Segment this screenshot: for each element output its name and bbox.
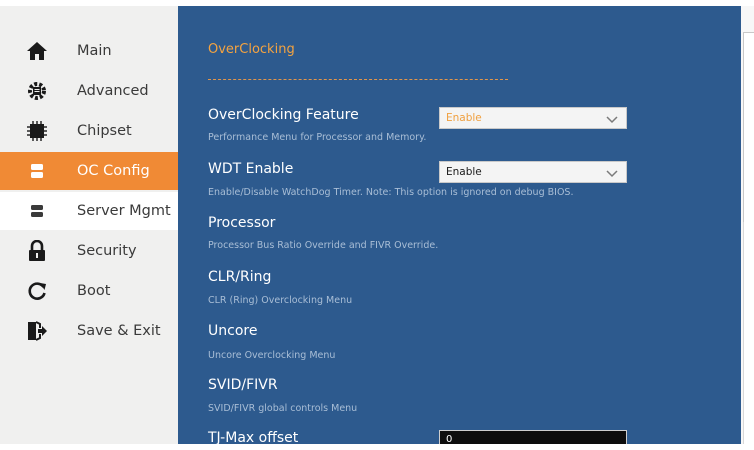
- sidebar-item-security[interactable]: Security: [0, 232, 178, 270]
- server-icon: [26, 200, 48, 222]
- sidebar-item-save-exit[interactable]: Save & Exit: [0, 312, 178, 350]
- setting-svid-fivr-help: SVID/FIVR global controls Menu: [208, 403, 358, 414]
- settings-panel: OverClocking OverClocking Feature Perfor…: [178, 6, 741, 444]
- setting-uncore-help: Uncore Overclocking Menu: [208, 350, 336, 361]
- setting-wdt-enable-help: Enable/Disable WatchDog Timer. Note: Thi…: [208, 187, 574, 198]
- page-title: OverClocking: [208, 42, 295, 57]
- overclocking-feature-select[interactable]: Enable: [439, 107, 627, 129]
- help-panel: [743, 32, 754, 222]
- setting-tj-max-offset-title[interactable]: TJ-Max offset: [208, 430, 298, 444]
- setting-processor-title[interactable]: Processor: [208, 215, 275, 231]
- advanced-settings-icon: [26, 80, 48, 102]
- sidebar-item-label: Main: [77, 43, 112, 59]
- sidebar-item-boot[interactable]: Boot: [0, 272, 178, 310]
- setting-uncore-title[interactable]: Uncore: [208, 323, 257, 339]
- sidebar-item-main[interactable]: Main: [0, 32, 178, 70]
- sidebar-item-chipset[interactable]: Chipset: [0, 112, 178, 150]
- setting-overclocking-feature-help: Performance Menu for Processor and Memor…: [208, 132, 427, 143]
- sidebar-item-label: Advanced: [77, 83, 149, 99]
- sidebar-item-label: Boot: [77, 283, 111, 299]
- chevron-down-icon: [606, 111, 618, 125]
- oc-config-icon: [26, 160, 48, 182]
- sidebar-item-server-mgmt[interactable]: Server Mgmt: [0, 192, 178, 230]
- setting-clr-ring-title[interactable]: CLR/Ring: [208, 269, 271, 285]
- lock-icon: [26, 240, 48, 262]
- setting-clr-ring-help: CLR (Ring) Overclocking Menu: [208, 295, 353, 306]
- tj-max-offset-input[interactable]: 0: [439, 430, 627, 444]
- sidebar-item-label: Chipset: [77, 123, 132, 139]
- boot-refresh-icon: [26, 280, 48, 302]
- setting-wdt-enable-title[interactable]: WDT Enable: [208, 161, 293, 177]
- sidebar-item-label: Server Mgmt: [77, 203, 171, 219]
- setting-processor-help: Processor Bus Ratio Override and FIVR Ov…: [208, 240, 439, 251]
- sidebar-item-advanced[interactable]: Advanced: [0, 72, 178, 110]
- window-frame-bottom: [0, 444, 754, 450]
- heading-divider: [208, 79, 508, 80]
- sidebar-item-label: Save & Exit: [77, 323, 161, 339]
- setting-svid-fivr-title[interactable]: SVID/FIVR: [208, 377, 278, 393]
- help-panel-lower: [743, 222, 754, 444]
- home-icon: [26, 40, 48, 62]
- sidebar-item-label: OC Config: [77, 163, 150, 179]
- wdt-enable-select[interactable]: Enable: [439, 161, 627, 183]
- select-value: Enable: [446, 166, 482, 178]
- select-value: Enable: [446, 112, 482, 124]
- chip-icon: [26, 120, 48, 142]
- chevron-down-icon: [606, 165, 618, 179]
- setting-overclocking-feature-title[interactable]: OverClocking Feature: [208, 107, 359, 123]
- sidebar-item-oc-config[interactable]: OC Config: [0, 152, 178, 190]
- exit-door-icon: [26, 320, 48, 342]
- sidebar-item-label: Security: [77, 243, 137, 259]
- sidebar-nav: Main Advanced Chipset OC Config Server M…: [0, 6, 178, 444]
